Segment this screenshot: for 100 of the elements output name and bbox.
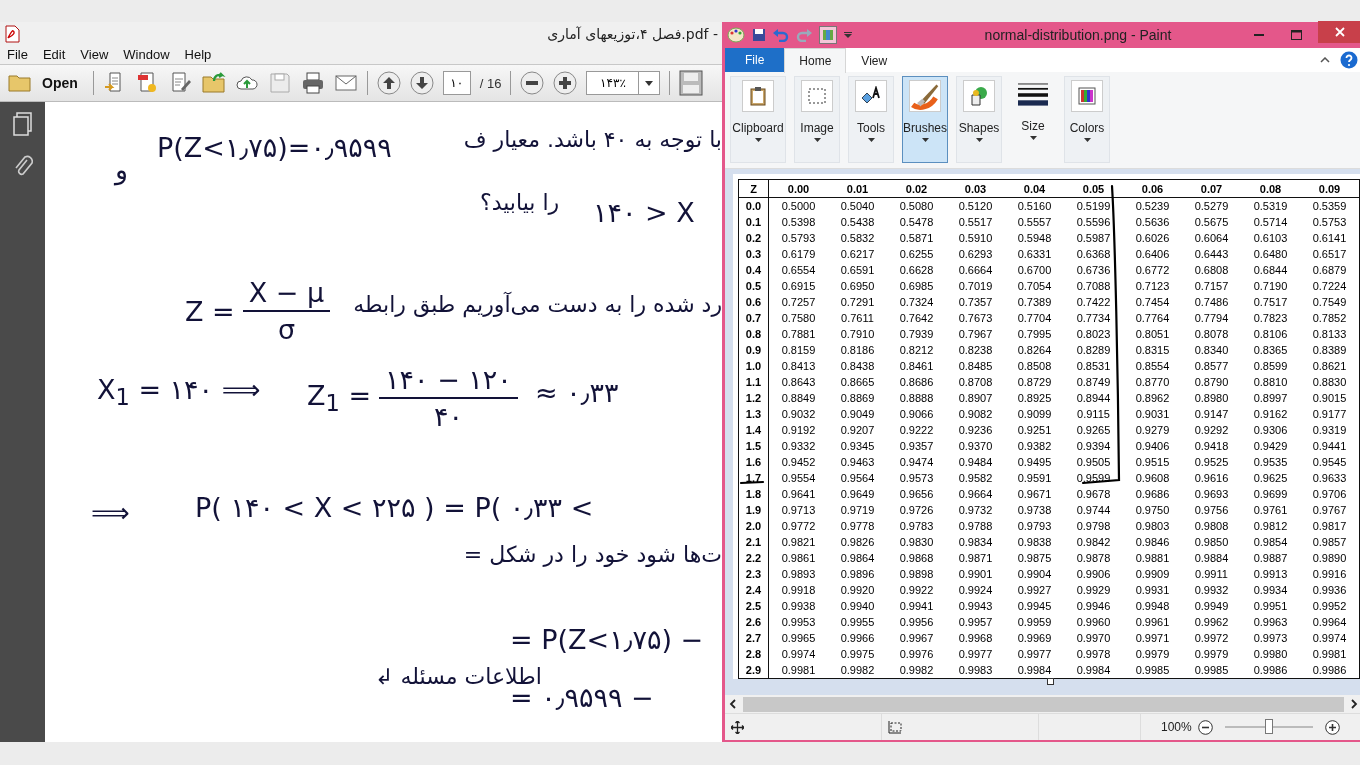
table-cell: 0.9983 bbox=[946, 662, 1005, 679]
menu-item[interactable]: Edit bbox=[42, 47, 66, 62]
table-cell: 0.9965 bbox=[768, 630, 828, 646]
table-cell-text: 0.6406 bbox=[1134, 247, 1171, 262]
table-cell-text: 0.9924 bbox=[957, 583, 994, 598]
menu-item[interactable]: Window bbox=[123, 47, 170, 62]
zoom-in-button[interactable] bbox=[1324, 719, 1340, 735]
menu-item[interactable]: Help bbox=[184, 47, 212, 62]
table-cell-text: 0.9868 bbox=[898, 551, 935, 566]
row-header: 2.2 bbox=[738, 550, 769, 566]
table-cell-text: 0.9927 bbox=[1016, 583, 1053, 598]
paperclip-icon[interactable] bbox=[12, 154, 33, 178]
table-cell-text: 0.7123 bbox=[1134, 279, 1171, 294]
page-number-field[interactable]: ۱۰ bbox=[442, 71, 471, 95]
printer-icon[interactable] bbox=[300, 71, 325, 95]
pages-icon[interactable] bbox=[11, 112, 34, 136]
table-cell-text: 0.9830 bbox=[898, 535, 935, 550]
help-icon[interactable] bbox=[1340, 51, 1358, 69]
table-cell-text: 0.9901 bbox=[957, 567, 994, 582]
table-cell: 0.9861 bbox=[768, 550, 828, 566]
table-cell-text: 0.7357 bbox=[957, 295, 994, 310]
table-cell-text: 0.6591 bbox=[839, 263, 876, 278]
table-cell: 0.7257 bbox=[768, 294, 828, 310]
column-header: Z bbox=[738, 179, 769, 198]
table-cell-text: 0.9162 bbox=[1252, 407, 1289, 422]
zoom-in-button[interactable] bbox=[553, 71, 578, 95]
ribbon-group-button[interactable]: Tools bbox=[848, 76, 894, 163]
color-swatch-icon[interactable] bbox=[819, 26, 837, 44]
close-button[interactable] bbox=[1318, 21, 1360, 43]
table-cell-text: 0.9846 bbox=[1134, 535, 1171, 550]
table-cell-text: 0.8925 bbox=[1016, 391, 1053, 406]
table-cell-text: 0.8340 bbox=[1193, 343, 1230, 358]
zoom-dropdown[interactable]: ۱۴۳٪ bbox=[586, 71, 661, 95]
ribbon-tab[interactable]: View bbox=[846, 47, 903, 73]
table-cell-text: 0.8438 bbox=[839, 359, 876, 374]
table-cell: 0.9986 bbox=[1300, 662, 1360, 679]
table-cell: 0.9982 bbox=[887, 662, 946, 679]
resize-handle[interactable] bbox=[1047, 678, 1054, 685]
table-cell-text: 0.9678 bbox=[1075, 487, 1112, 502]
row-header: 1.7 bbox=[738, 470, 769, 486]
table-cell-text: 0.7910 bbox=[839, 327, 876, 342]
ribbon-group-button[interactable]: Brushes bbox=[902, 76, 948, 163]
table-cell: 0.8643 bbox=[768, 374, 828, 390]
down-arrow-button[interactable] bbox=[409, 71, 434, 95]
table-cell-text: 0.8980 bbox=[1193, 391, 1230, 406]
table-cell-text: 0.9957 bbox=[957, 615, 994, 630]
open-button[interactable]: Open bbox=[6, 73, 84, 93]
table-cell-text: 0.8051 bbox=[1134, 327, 1171, 342]
maximize-icon bbox=[1290, 30, 1302, 40]
handwritten-note: = P(Z<۱٫۷۵) − bbox=[510, 624, 704, 655]
up-arrow-button[interactable] bbox=[376, 71, 401, 95]
file-tab[interactable]: File bbox=[725, 48, 785, 72]
zoom-slider-thumb[interactable] bbox=[1264, 718, 1273, 734]
table-cell: 0.9893 bbox=[768, 566, 828, 582]
table-cell: 0.6517 bbox=[1300, 246, 1360, 262]
column-header: 0.03 bbox=[946, 179, 1005, 198]
ribbon-group-button[interactable]: Shapes bbox=[956, 76, 1002, 163]
ribbon-group-button[interactable]: Colors bbox=[1064, 76, 1110, 163]
zoom-out-button[interactable] bbox=[520, 71, 545, 95]
caret-icon[interactable] bbox=[844, 32, 852, 38]
zoom-out-button[interactable] bbox=[1197, 719, 1213, 735]
table-cell-text: 0.6736 bbox=[1075, 263, 1112, 278]
handwritten-note: و bbox=[115, 154, 129, 185]
table-cell: 0.5120 bbox=[946, 197, 1005, 214]
menu-item[interactable]: File bbox=[7, 47, 28, 62]
table-cell-text: 0.7704 bbox=[1016, 311, 1053, 326]
ribbon-group-button[interactable]: Clipboard bbox=[730, 76, 786, 163]
table-cell-text: 0.9979 bbox=[1193, 647, 1230, 662]
table-cell-text: 0.9971 bbox=[1134, 631, 1171, 646]
table-cell-text: 0.9608 bbox=[1134, 471, 1171, 486]
menu-item[interactable]: View bbox=[80, 47, 109, 62]
table-cell: 0.9985 bbox=[1123, 662, 1182, 679]
tools-icon bbox=[860, 86, 882, 106]
table-cell-text: 0.9656 bbox=[898, 487, 935, 502]
table-cell-text: 0.7157 bbox=[1193, 279, 1230, 294]
row-header: 2.1 bbox=[738, 534, 769, 550]
table-cell-text: 0.9236 bbox=[957, 423, 994, 438]
handwritten-note: ۱۴۰ > X bbox=[593, 197, 695, 228]
ribbon-group-button[interactable]: Image bbox=[794, 76, 840, 163]
table-cell: 0.9441 bbox=[1300, 438, 1360, 454]
folder-arrow-icon[interactable] bbox=[201, 71, 226, 95]
table-cell: 0.9890 bbox=[1300, 550, 1360, 566]
scrollbar-thumb[interactable] bbox=[743, 696, 1344, 712]
ribbon-group-button[interactable]: Size bbox=[1010, 76, 1056, 163]
table-cell: 0.5319 bbox=[1241, 197, 1300, 214]
table-cell-text: 0.9803 bbox=[1134, 519, 1171, 534]
save-icon[interactable] bbox=[752, 28, 766, 42]
handwritten-note: P( ۱۴۰ < X < ۲۲۵ ) = P( ۰٫۳۳ < bbox=[195, 492, 594, 523]
table-cell-text: 0.7486 bbox=[1193, 295, 1230, 310]
ribbon-tab[interactable]: Home bbox=[784, 47, 847, 73]
palette-icon[interactable] bbox=[727, 27, 745, 43]
table-cell-text: 0.9418 bbox=[1193, 439, 1230, 454]
collapse-ribbon-icon[interactable] bbox=[1320, 57, 1330, 63]
scroll-right-icon[interactable] bbox=[1350, 699, 1358, 709]
scroll-left-icon[interactable] bbox=[729, 699, 737, 709]
row-header: 1.9 bbox=[738, 502, 769, 518]
table-cell-text: 0.9505 bbox=[1075, 455, 1112, 470]
table-cell: 0.9982 bbox=[828, 662, 887, 679]
table-cell-text: 0.9649 bbox=[839, 487, 876, 502]
window-title: normal-distribution.png - Paint bbox=[983, 27, 1173, 43]
